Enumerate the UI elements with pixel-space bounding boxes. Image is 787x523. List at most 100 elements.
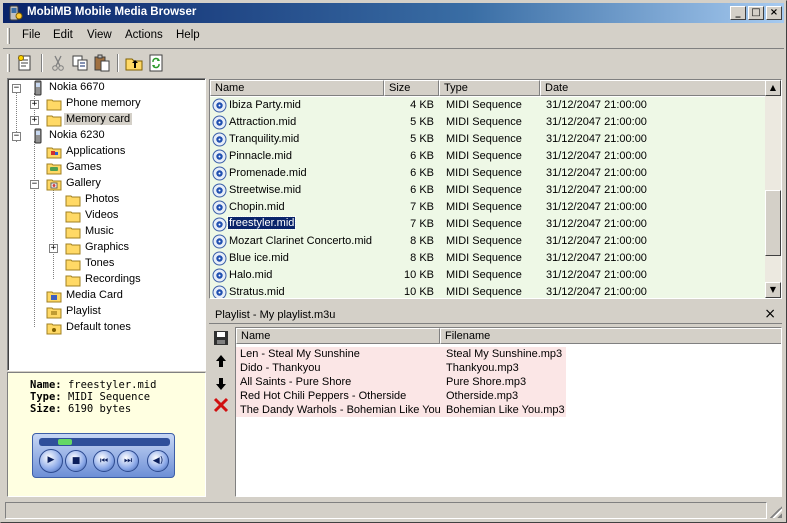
playlist-filename: Thankyou.mp3	[446, 362, 519, 374]
menu-bar: File Edit View Actions Help	[3, 25, 784, 46]
expand-toggle[interactable]: +	[30, 116, 39, 125]
tree-node-media-card[interactable]: Media Card	[8, 288, 205, 304]
refresh-icon[interactable]	[146, 53, 166, 73]
move-down-icon[interactable]	[213, 376, 229, 392]
file-row[interactable]: Blue ice.mid 8 KB MIDI Sequence 31/12/2047 …	[210, 250, 766, 267]
volume-icon[interactable]: ◀)	[147, 450, 169, 472]
playlist-track-name: Red Hot Chili Peppers - Otherside	[240, 390, 407, 402]
file-row[interactable]: Ibiza Party.mid 4 KB MIDI Sequence 31/12/20…	[210, 97, 766, 114]
file-row[interactable]: Halo.mid 10 KB MIDI Sequence 31/12/2047 21:…	[210, 267, 766, 284]
remove-icon[interactable]	[213, 397, 229, 413]
tree-node-gallery[interactable]: − Gallery	[8, 176, 205, 192]
playlist-row[interactable]: Dido - Thankyou Thankyou.mp3	[236, 361, 566, 375]
collapse-toggle[interactable]: −	[30, 180, 39, 189]
playlist-header: Playlist - My playlist.m3u ×	[209, 306, 782, 324]
column-header-size[interactable]: Size	[384, 80, 439, 96]
folder-up-icon[interactable]	[124, 53, 144, 73]
next-icon[interactable]: ⏭	[117, 450, 139, 472]
move-up-icon[interactable]	[213, 353, 229, 369]
tree-node-default-tones[interactable]: Default tones	[8, 320, 205, 336]
stop-icon[interactable]: ■	[65, 450, 87, 472]
tree-node-games[interactable]: Games	[8, 160, 205, 176]
seek-progress[interactable]	[58, 439, 73, 445]
file-row[interactable]: Streetwise.mid 6 KB MIDI Sequence 31/12/204…	[210, 182, 766, 199]
tree-node-photos[interactable]: Photos	[8, 192, 205, 208]
file-date: 31/12/2047 21:00:00	[546, 133, 647, 145]
scroll-thumb[interactable]	[765, 190, 781, 256]
phone-icon	[34, 80, 42, 96]
tree-node-phone-memory[interactable]: + Phone memory	[8, 96, 205, 112]
file-row[interactable]: Pinnacle.mid 6 KB MIDI Sequence 31/12/2047 …	[210, 148, 766, 165]
file-row[interactable]: Stratus.mid 10 KB MIDI Sequence 31/12/2047 …	[210, 284, 766, 298]
title-bar[interactable]: MobiMB Mobile Media Browser _ □ ×	[3, 3, 784, 23]
folder-icon	[65, 243, 81, 255]
copy-icon[interactable]	[70, 53, 90, 73]
close-button[interactable]: ×	[766, 6, 782, 20]
midi-file-icon	[212, 217, 227, 232]
playlist-track-name: Len - Steal My Sunshine	[240, 348, 360, 360]
tree-node-music[interactable]: Music	[8, 224, 205, 240]
save-icon[interactable]	[213, 330, 229, 346]
tree-label: Recordings	[85, 273, 141, 285]
playlist-list[interactable]: Name Filename Len - Steal My Sunshine Ste…	[235, 327, 782, 497]
playlist-row[interactable]: Red Hot Chili Peppers - Otherside Othersi…	[236, 389, 566, 403]
menu-edit[interactable]: Edit	[53, 29, 73, 41]
column-header-name[interactable]: Name	[210, 80, 384, 96]
file-list[interactable]: Name Size Type Date Ibiza Party.mid 4 KB M…	[209, 79, 782, 299]
file-type: MIDI Sequence	[446, 99, 522, 111]
resize-grip-icon[interactable]	[770, 506, 782, 518]
tree-node-graphics[interactable]: + Graphics	[8, 240, 205, 256]
maximize-button[interactable]: □	[748, 6, 764, 20]
expand-toggle[interactable]: +	[49, 244, 58, 253]
playlist-row[interactable]: The Dandy Warhols - Bohemian Like You Boh…	[236, 403, 566, 417]
tree-node-nokia-6230[interactable]: − Nokia 6230	[8, 128, 205, 144]
paste-icon[interactable]	[92, 53, 112, 73]
tree-node-tones[interactable]: Tones	[8, 256, 205, 272]
device-tree[interactable]: − Nokia 6670 + Phone memory + Memory car…	[7, 78, 206, 371]
tree-node-nokia-6670[interactable]: − Nokia 6670	[8, 80, 205, 96]
column-header-date[interactable]: Date	[540, 80, 766, 96]
file-row[interactable]: Tranquility.mid 5 KB MIDI Sequence 31/12/20…	[210, 131, 766, 148]
playlist-row[interactable]: Len - Steal My Sunshine Steal My Sunshine…	[236, 347, 566, 361]
midi-file-icon	[212, 132, 227, 147]
file-row[interactable]: freestyler.mid 7 KB MIDI Sequence 31/12/204…	[210, 216, 766, 233]
file-type: MIDI Sequence	[446, 218, 522, 230]
menu-file[interactable]: File	[22, 29, 41, 41]
tree-node-recordings[interactable]: Recordings	[8, 272, 205, 288]
collapse-toggle[interactable]: −	[12, 84, 21, 93]
playlist-close-icon[interactable]: ×	[764, 306, 776, 322]
file-row[interactable]: Promenade.mid 6 KB MIDI Sequence 31/12/2047…	[210, 165, 766, 182]
minimize-button[interactable]: _	[730, 6, 746, 20]
tree-node-videos[interactable]: Videos	[8, 208, 205, 224]
playlist-column-name[interactable]: Name	[236, 328, 440, 344]
toolbar-grip[interactable]	[7, 54, 10, 72]
previous-icon[interactable]: ⏮	[93, 450, 115, 472]
tree-node-memory-card[interactable]: + Memory card	[8, 112, 205, 128]
expand-toggle[interactable]: +	[30, 100, 39, 109]
file-row[interactable]: Mozart Clarinet Concerto.mid 8 KB MIDI Seq…	[210, 233, 766, 250]
play-icon[interactable]: ▶	[39, 449, 63, 473]
tree-label: Gallery	[66, 177, 101, 189]
tree-label: Applications	[66, 145, 126, 157]
playlist-column-filename[interactable]: Filename	[440, 328, 781, 344]
file-row[interactable]: Attraction.mid 5 KB MIDI Sequence 31/12/204…	[210, 114, 766, 131]
column-header-type[interactable]: Type	[439, 80, 540, 96]
folder-icon	[65, 227, 81, 239]
tree-label: Default tones	[66, 321, 131, 333]
menu-actions[interactable]: Actions	[125, 29, 163, 41]
playlist-row[interactable]: All Saints - Pure Shore Pure Shore.mp3	[236, 375, 566, 389]
file-row[interactable]: Chopin.mid 7 KB MIDI Sequence 31/12/2047 21…	[210, 199, 766, 216]
tree-node-applications[interactable]: Applications	[8, 144, 205, 160]
file-name: Tranquility.mid	[229, 133, 300, 145]
properties-icon[interactable]	[15, 53, 35, 73]
scroll-down-icon[interactable]: ▼	[765, 282, 781, 298]
menu-view[interactable]: View	[87, 29, 112, 41]
menu-help[interactable]: Help	[176, 29, 200, 41]
main-window: MobiMB Mobile Media Browser _ □ × File E…	[0, 0, 787, 523]
file-list-scrollbar[interactable]: ▲ ▼	[765, 80, 781, 298]
collapse-toggle[interactable]: −	[12, 132, 21, 141]
cut-icon[interactable]	[48, 53, 68, 73]
scroll-up-icon[interactable]: ▲	[765, 80, 781, 96]
tree-node-playlist[interactable]: Playlist	[8, 304, 205, 320]
menu-grip[interactable]	[7, 28, 10, 44]
